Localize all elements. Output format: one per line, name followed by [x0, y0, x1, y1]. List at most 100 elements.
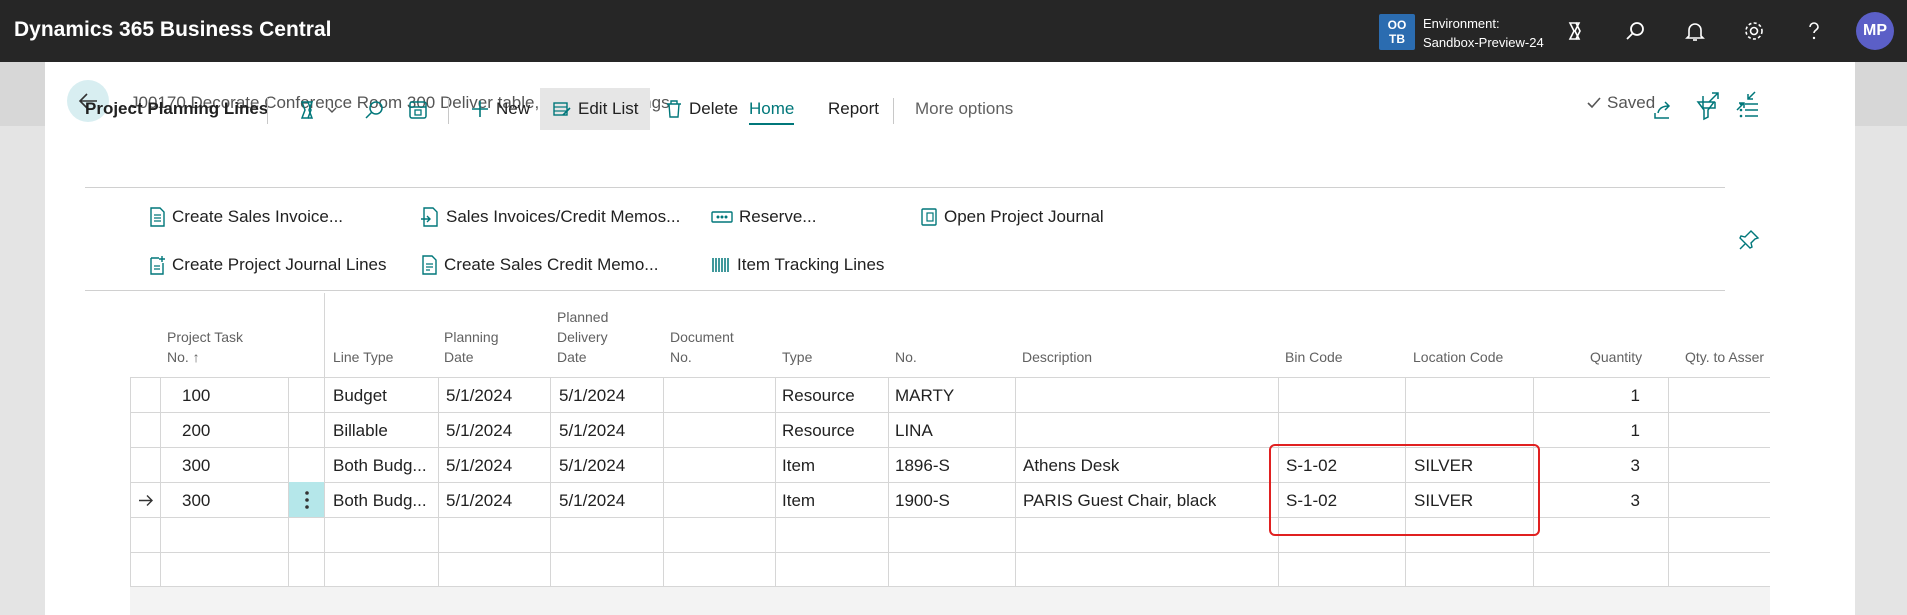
divider — [1668, 377, 1669, 587]
cell-delivery-date[interactable]: 5/1/2024 — [559, 378, 625, 413]
divider — [775, 377, 776, 587]
divider — [663, 377, 664, 587]
filter-pane-icon[interactable] — [405, 97, 431, 123]
open-project-journal-action[interactable]: Open Project Journal — [920, 204, 1104, 230]
column-header-quantity[interactable]: Quantity — [1590, 347, 1642, 367]
top-bar: Dynamics 365 Business Central OO TB Envir… — [0, 0, 1907, 62]
cell-delivery-date[interactable]: 5/1/2024 — [559, 483, 625, 518]
column-header-bin-code[interactable]: Bin Code — [1285, 347, 1343, 367]
reserve-action[interactable]: Reserve... — [711, 204, 816, 230]
table-row-empty[interactable] — [130, 552, 1770, 587]
environment-label: Environment: — [1423, 16, 1500, 31]
cell-description[interactable]: Athens Desk — [1023, 448, 1119, 483]
create-project-journal-lines-label: Create Project Journal Lines — [172, 255, 387, 274]
sales-invoices-credit-memos-action[interactable]: Sales Invoices/Credit Memos... — [420, 204, 680, 230]
cell-delivery-date[interactable]: 5/1/2024 — [559, 448, 625, 483]
tab-home[interactable]: Home — [749, 95, 795, 125]
header-text: No. — [670, 349, 692, 365]
column-header-location-code[interactable]: Location Code — [1413, 347, 1503, 367]
gear-icon[interactable] — [1741, 18, 1767, 44]
column-header-line-type[interactable]: Line Type — [333, 347, 393, 367]
item-tracking-lines-action[interactable]: Item Tracking Lines — [711, 252, 884, 278]
cell-planning-date[interactable]: 5/1/2024 — [446, 448, 512, 483]
cell-delivery-date[interactable]: 5/1/2024 — [559, 413, 625, 448]
table-row[interactable]: 200 Billable 5/1/2024 5/1/2024 Resource … — [130, 412, 1770, 447]
cell-line-type[interactable]: Budget — [333, 378, 387, 413]
cell-no[interactable]: LINA — [895, 413, 933, 448]
column-header-planning-date[interactable]: Planning Date — [444, 327, 499, 367]
pin-icon[interactable] — [1738, 227, 1760, 253]
environment-name: Sandbox-Preview-24 — [1423, 35, 1544, 50]
cell-task-no[interactable]: 200 — [182, 413, 210, 448]
journal-icon — [921, 208, 937, 226]
copilot-icon[interactable] — [1562, 18, 1588, 44]
row-actions-menu-icon[interactable] — [289, 482, 325, 517]
cell-task-no[interactable]: 100 — [182, 378, 210, 413]
cell-no[interactable]: 1900-S — [895, 483, 950, 518]
cell-description[interactable]: PARIS Guest Chair, black — [1023, 483, 1216, 518]
filter-icon[interactable] — [1694, 97, 1718, 123]
bell-icon[interactable] — [1682, 18, 1708, 44]
share-icon[interactable] — [1651, 97, 1675, 123]
column-header-description[interactable]: Description — [1022, 347, 1092, 367]
table-row[interactable]: 100 Budget 5/1/2024 5/1/2024 Resource MA… — [130, 377, 1770, 412]
edit-list-button[interactable]: Edit List — [540, 88, 651, 130]
search-icon[interactable] — [361, 97, 387, 123]
trash-icon — [667, 100, 681, 118]
column-header-no[interactable]: No. — [895, 347, 917, 367]
column-header-qty-to-assemble[interactable]: Qty. to Asser — [1685, 347, 1770, 367]
cell-line-type[interactable]: Both Budg... — [333, 448, 438, 483]
cell-line-type[interactable]: Both Budg... — [333, 483, 438, 518]
divider — [324, 293, 325, 377]
cell-planning-date[interactable]: 5/1/2024 — [446, 378, 512, 413]
column-header-planned-delivery-date[interactable]: Planned Delivery Date — [557, 307, 608, 367]
cell-no[interactable]: 1896-S — [895, 448, 950, 483]
delete-label: Delete — [689, 99, 739, 118]
user-avatar[interactable]: MP — [1856, 12, 1894, 50]
reserve-label: Reserve... — [739, 207, 817, 226]
header-text: Date — [444, 349, 474, 365]
cell-line-type[interactable]: Billable — [333, 413, 388, 448]
cell-quantity[interactable]: 1 — [1600, 413, 1640, 448]
header-text: Planning — [444, 329, 499, 345]
cell-type[interactable]: Item — [782, 448, 815, 483]
open-project-journal-label: Open Project Journal — [944, 207, 1104, 226]
divider — [550, 377, 551, 587]
column-header-task-no[interactable]: Project Task No. ↑ — [167, 327, 243, 367]
divider — [160, 377, 161, 587]
cell-type[interactable]: Item — [782, 483, 815, 518]
cell-quantity[interactable]: 3 — [1600, 483, 1640, 518]
more-options-button[interactable]: More options — [915, 88, 1013, 130]
cell-type[interactable]: Resource — [782, 413, 855, 448]
create-sales-invoice-action[interactable]: Create Sales Invoice... — [148, 204, 343, 230]
copilot-menu-button[interactable] — [297, 97, 343, 123]
item-tracking-lines-label: Item Tracking Lines — [737, 255, 885, 274]
cell-task-no[interactable]: 300 — [182, 483, 210, 518]
cell-type[interactable]: Resource — [782, 378, 855, 413]
column-header-type[interactable]: Type — [782, 347, 812, 367]
create-sales-credit-memo-action[interactable]: Create Sales Credit Memo... — [420, 252, 658, 278]
cell-task-no[interactable]: 300 — [182, 448, 210, 483]
tab-report[interactable]: Report — [828, 88, 879, 130]
app-title[interactable]: Dynamics 365 Business Central — [14, 18, 331, 42]
edit-list-icon — [553, 102, 571, 116]
delete-button[interactable]: Delete — [665, 88, 738, 130]
action-bar: Project Planning Lines New Edit List Del… — [85, 88, 1758, 130]
environment-info[interactable]: Environment: Sandbox-Preview-24 — [1423, 14, 1544, 52]
header-text: Date — [557, 349, 587, 365]
list-view-icon[interactable] — [1737, 97, 1761, 123]
environment-badge[interactable]: OO TB — [1379, 14, 1415, 50]
cell-planning-date[interactable]: 5/1/2024 — [446, 483, 512, 518]
cell-quantity[interactable]: 3 — [1600, 448, 1640, 483]
cell-no[interactable]: MARTY — [895, 378, 954, 413]
column-header-document-no[interactable]: Document No. — [670, 327, 734, 367]
help-icon[interactable] — [1801, 18, 1827, 44]
separator — [893, 98, 894, 124]
create-project-journal-lines-action[interactable]: Create Project Journal Lines — [148, 252, 387, 278]
grid-footer — [130, 587, 1770, 615]
divider — [85, 290, 1725, 291]
new-button[interactable]: New — [470, 88, 530, 130]
cell-planning-date[interactable]: 5/1/2024 — [446, 413, 512, 448]
search-icon[interactable] — [1622, 18, 1648, 44]
cell-quantity[interactable]: 1 — [1600, 378, 1640, 413]
